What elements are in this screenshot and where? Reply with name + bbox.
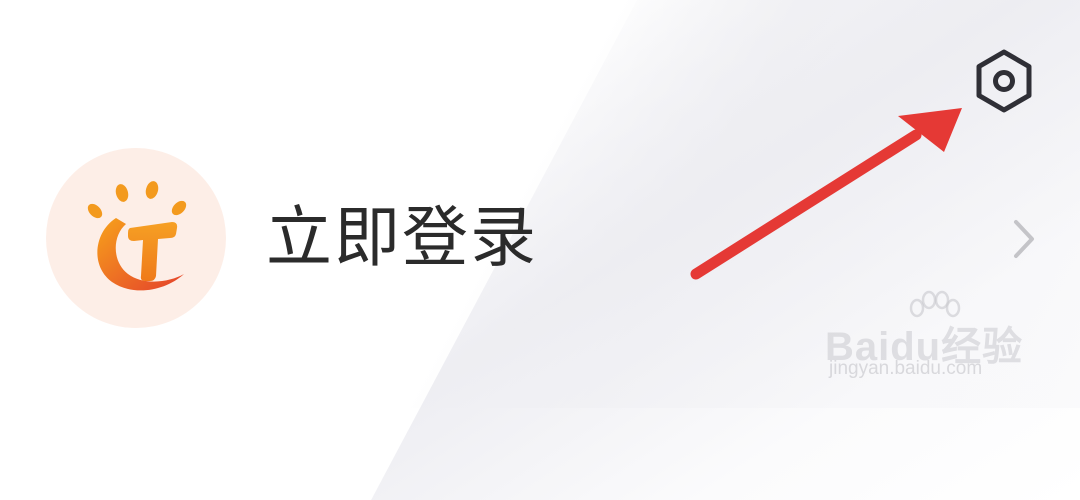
watermark-url: jingyan.baidu.com: [829, 358, 983, 379]
watermark: Baidu经验 jingyan.baidu.com: [825, 290, 1025, 390]
